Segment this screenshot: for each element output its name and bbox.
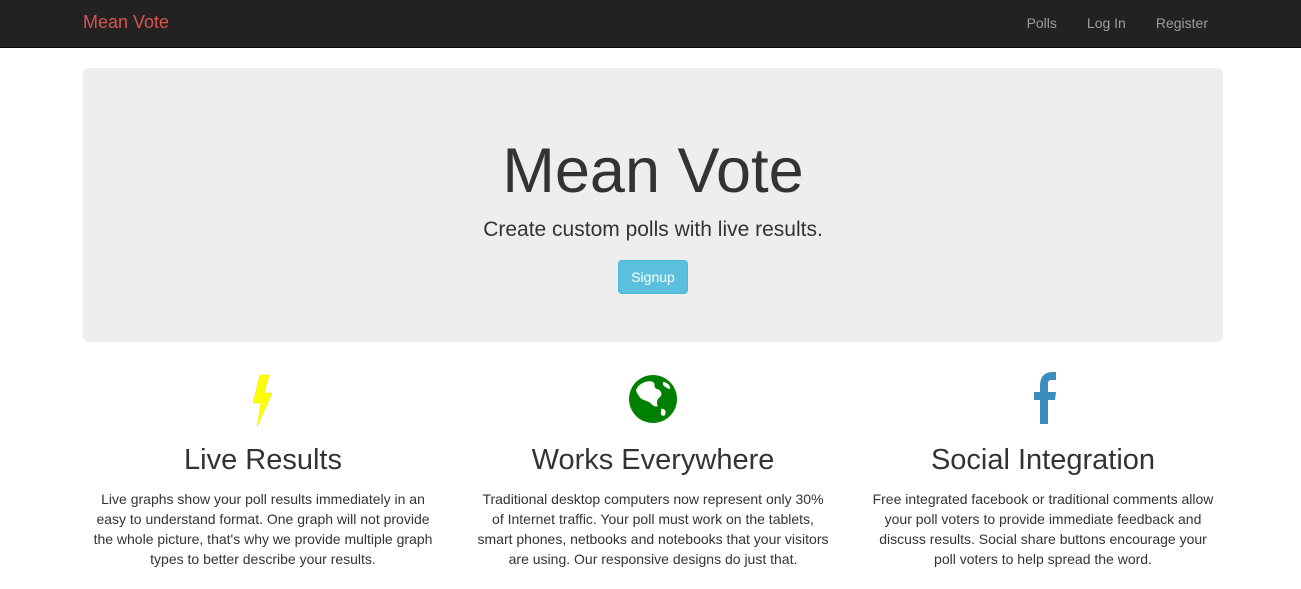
nav-link-login[interactable]: Log In bbox=[1072, 0, 1141, 48]
feature-description: Traditional desktop computers now repres… bbox=[477, 491, 829, 567]
feature-title: Works Everywhere bbox=[531, 444, 775, 476]
feature-description: Free integrated facebook or traditional … bbox=[872, 491, 1214, 567]
nav-links: Polls Log In Register bbox=[1012, 0, 1223, 48]
feature-live-results: Live Results Live graphs show your poll … bbox=[83, 368, 443, 569]
feature-title: Live Results bbox=[184, 444, 342, 476]
feature-social-integration: Social Integration Free integrated faceb… bbox=[863, 368, 1223, 569]
feature-description: Live graphs show your poll results immed… bbox=[93, 491, 433, 567]
feature-works-everywhere: Works Everywhere Traditional desktop com… bbox=[473, 368, 833, 569]
hero-title: Mean Vote bbox=[502, 136, 804, 206]
globe-icon bbox=[473, 368, 833, 428]
nav-link-register[interactable]: Register bbox=[1141, 0, 1223, 48]
nav-link-polls[interactable]: Polls bbox=[1012, 0, 1072, 48]
signup-button[interactable]: Signup bbox=[618, 260, 688, 294]
hero-lead: Create custom polls with live results. bbox=[483, 218, 823, 241]
facebook-icon bbox=[863, 368, 1223, 428]
top-navbar: Mean Vote Polls Log In Register bbox=[0, 0, 1301, 48]
brand-link[interactable]: Mean Vote bbox=[83, 12, 169, 32]
hero-jumbotron: Mean Vote Create custom polls with live … bbox=[83, 68, 1223, 342]
feature-title: Social Integration bbox=[930, 444, 1156, 476]
lightning-bolt-icon bbox=[83, 368, 443, 428]
